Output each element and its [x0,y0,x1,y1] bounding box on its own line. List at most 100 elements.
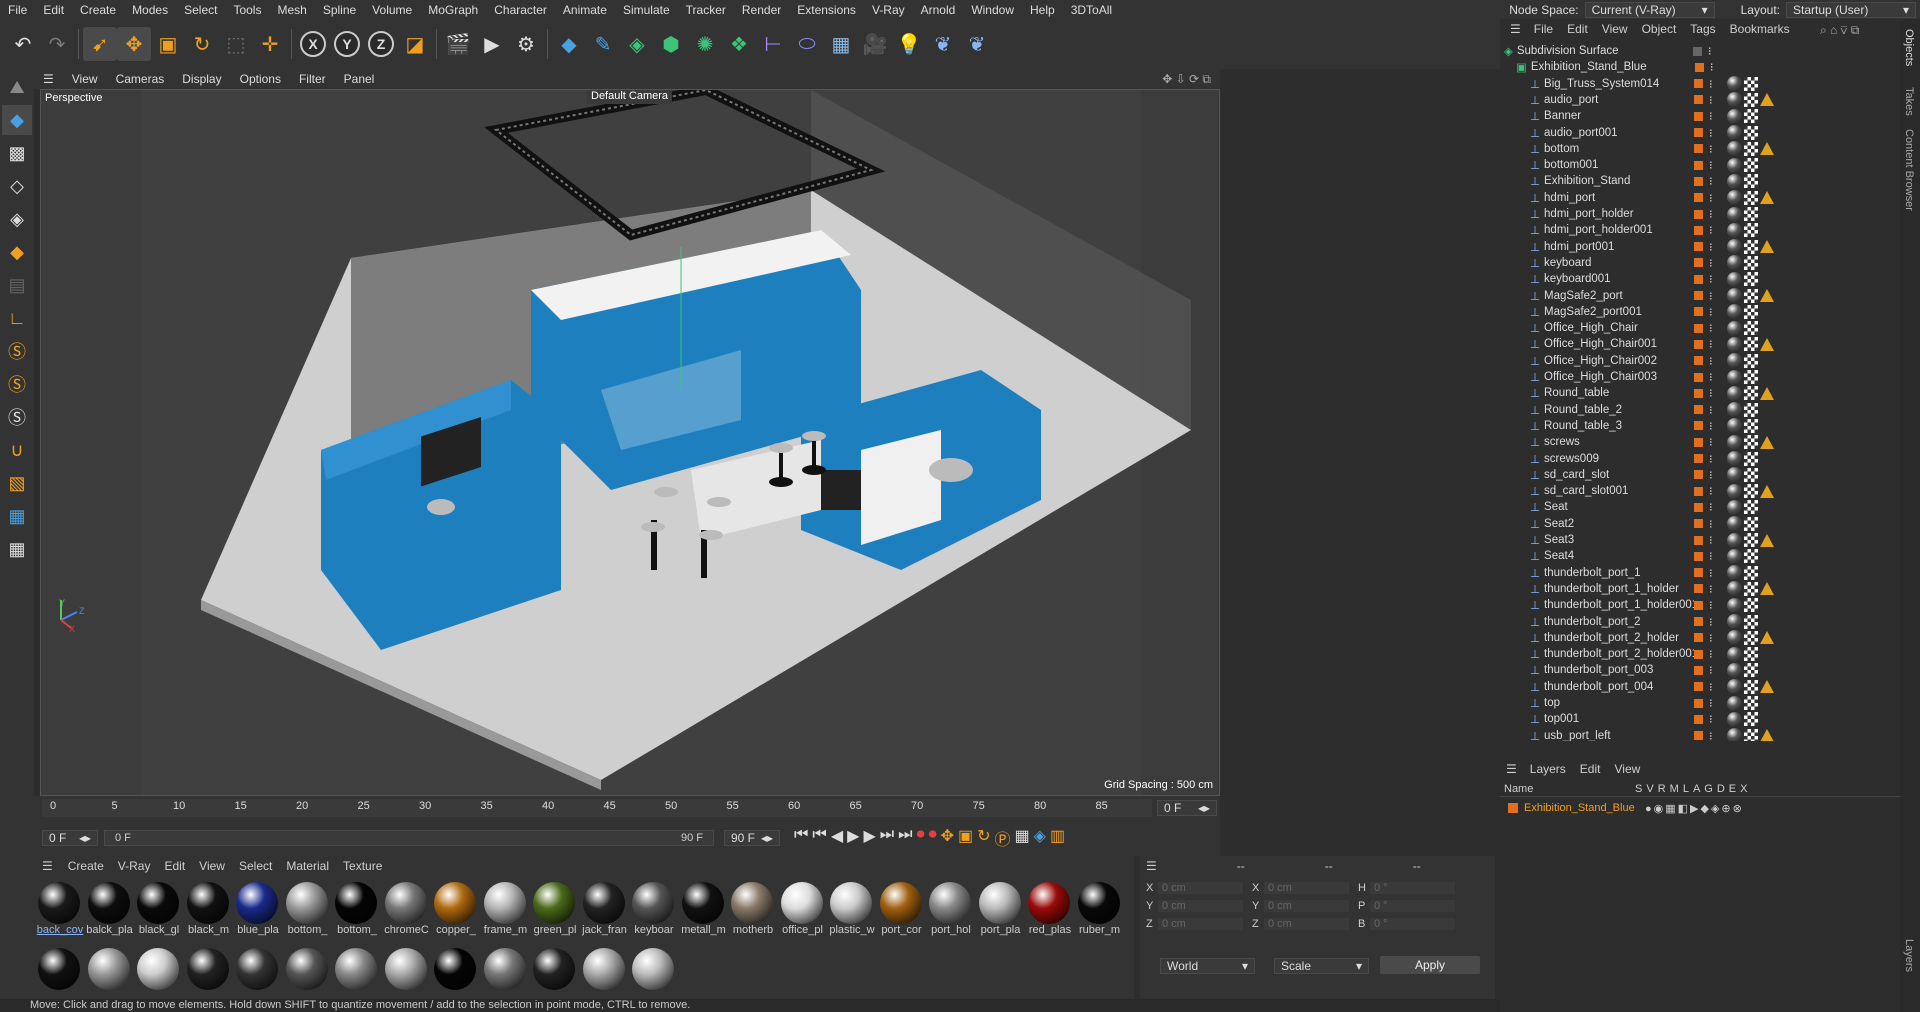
texture-tag-icon[interactable] [1743,484,1758,499]
texture-tag-icon[interactable] [1743,370,1758,384]
texture-tag-icon[interactable] [1743,190,1758,205]
visibility-dots-icon[interactable]: ⁝ [1709,256,1713,270]
material-tag-icon[interactable] [1726,728,1742,741]
texture-tag-icon[interactable] [1743,141,1758,156]
layer-swatch[interactable] [1694,258,1704,268]
visibility-dots-icon[interactable]: ⁝ [1709,337,1713,351]
visibility-dots-icon[interactable]: ⁝ [1709,419,1713,433]
visibility-dots-icon[interactable]: ⁝ [1709,615,1713,629]
material-tag-icon[interactable] [1726,76,1742,92]
material-tag-icon[interactable] [1726,222,1742,238]
material-tag-icon[interactable] [1726,320,1742,336]
material-swatch[interactable]: jack_fran [581,882,627,936]
texture-tag-icon[interactable] [1743,565,1758,580]
texture-tag-icon[interactable] [1743,321,1758,336]
object-name[interactable]: Seat4 [1544,550,1694,562]
menu-animate[interactable]: Animate [555,3,615,17]
phong-tag-icon[interactable] [1759,435,1774,449]
hamburger-icon[interactable]: ☰ [34,72,63,86]
texture-tag-icon[interactable] [1743,435,1758,450]
visibility-dots-icon[interactable]: ⁝ [1709,174,1713,188]
material-swatch[interactable]: ruber_m [1076,882,1122,936]
side-tab-takes[interactable]: Takes [1903,87,1915,116]
object-name[interactable]: thunderbolt_port_2_holder001 [1544,648,1694,660]
phong-tag-icon[interactable] [1759,680,1774,694]
layer-swatch[interactable] [1694,323,1704,333]
visibility-dots-icon[interactable]: ⁝ [1709,598,1713,612]
object-name[interactable]: hdmi_port001 [1544,241,1694,253]
layer-swatch[interactable] [1694,62,1704,72]
object-name[interactable]: keyboard [1544,257,1694,269]
material-tag-icon[interactable] [1726,695,1742,711]
object-mode-icon[interactable]: ◆ [2,105,32,135]
menu-mograph[interactable]: MoGraph [420,3,486,17]
scale-tool-icon[interactable]: ▣ [151,27,185,61]
phong-tag-icon[interactable] [1759,289,1774,302]
phong-tag-icon[interactable] [1759,582,1774,596]
texture-tag-icon[interactable] [1743,418,1758,433]
texture-tag-icon[interactable] [1743,728,1758,741]
menu-arnold[interactable]: Arnold [913,3,964,17]
coord-field[interactable]: 0 cm [1158,900,1243,912]
material-tag-icon[interactable] [1726,565,1742,581]
visibility-dots-icon[interactable]: ⁝ [1709,566,1713,580]
coord-field[interactable]: 0 cm [1264,882,1349,894]
layers-col-header[interactable]: A [1693,783,1700,795]
visibility-dots-icon[interactable]: ⁝ [1709,93,1713,107]
z-axis-lock-icon[interactable]: Z [364,27,398,61]
render-view-icon[interactable]: ▶ [475,27,509,61]
layer-swatch[interactable] [1694,79,1704,89]
layer-swatch[interactable] [1694,617,1704,626]
key-pos-icon[interactable]: ✥ [941,826,954,850]
timeline-icon[interactable]: ▥ [1050,826,1065,850]
material-tag-icon[interactable] [1726,581,1742,597]
material-swatch[interactable]: green_pl [531,882,577,936]
material-tag-icon[interactable] [1726,385,1742,401]
object-menu-object[interactable]: Object [1635,22,1684,36]
menu-help[interactable]: Help [1022,3,1063,17]
current-frame-field[interactable]: 0 F ◂▸ [1157,800,1217,816]
visibility-dots-icon[interactable]: ⁝ [1709,386,1713,400]
points-mode-icon[interactable]: ◇ [2,171,32,201]
object-name[interactable]: top [1544,697,1694,709]
material-tag-icon[interactable] [1726,711,1742,727]
layer-swatch[interactable] [1694,356,1704,366]
texture-mode-icon[interactable]: ▩ [2,138,32,168]
texture-tag-icon[interactable] [1743,549,1758,564]
layer-swatch[interactable] [1694,486,1704,496]
texture-tag-icon[interactable] [1743,337,1758,352]
scale-dropdown[interactable]: Scale ▾ [1274,958,1369,974]
record-icon[interactable]: ⏺ [917,826,925,850]
coord-field[interactable]: 0 cm [1264,900,1349,912]
material-swatch[interactable] [630,948,676,990]
snap-settings-icon[interactable]: Ⓢ [2,369,32,399]
material-tag-icon[interactable] [1726,190,1742,206]
object-name[interactable]: MagSafe2_port001 [1544,306,1694,318]
coord-field[interactable]: 0 ° [1370,900,1455,912]
layer-swatch[interactable] [1694,307,1704,317]
visibility-dots-icon[interactable]: ⁝ [1709,223,1713,237]
visibility-dots-icon[interactable]: ⁝ [1709,240,1713,254]
menu-window[interactable]: Window [963,3,1022,17]
visibility-dots-icon[interactable]: ⁝ [1709,191,1713,205]
menu-extensions[interactable]: Extensions [789,3,864,17]
layer-name[interactable]: Exhibition_Stand_Blue [1524,802,1645,814]
object-name[interactable]: Banner [1544,110,1694,122]
material-tag-icon[interactable] [1726,157,1742,173]
layer-swatch[interactable] [1694,160,1704,170]
coord-field[interactable]: 0 ° [1370,918,1455,930]
layer-swatch[interactable] [1694,551,1704,561]
texture-tag-icon[interactable] [1743,386,1758,401]
visibility-dots-icon[interactable]: ⁝ [1709,354,1713,368]
menu-render[interactable]: Render [734,3,789,17]
material-tag-icon[interactable] [1726,206,1742,222]
material-swatch[interactable] [36,948,82,990]
layer-swatch[interactable] [1694,519,1704,529]
key-pla-icon[interactable]: ▦ [1015,826,1030,850]
layers-menu-layers[interactable]: Layers [1523,762,1573,776]
uv-mode-icon[interactable]: ▤ [2,270,32,300]
render-region-icon[interactable]: 🎬 [441,27,475,61]
layer-swatch[interactable] [1694,437,1704,447]
object-menu-view[interactable]: View [1595,22,1635,36]
viewport-menu-cameras[interactable]: Cameras [107,72,174,86]
